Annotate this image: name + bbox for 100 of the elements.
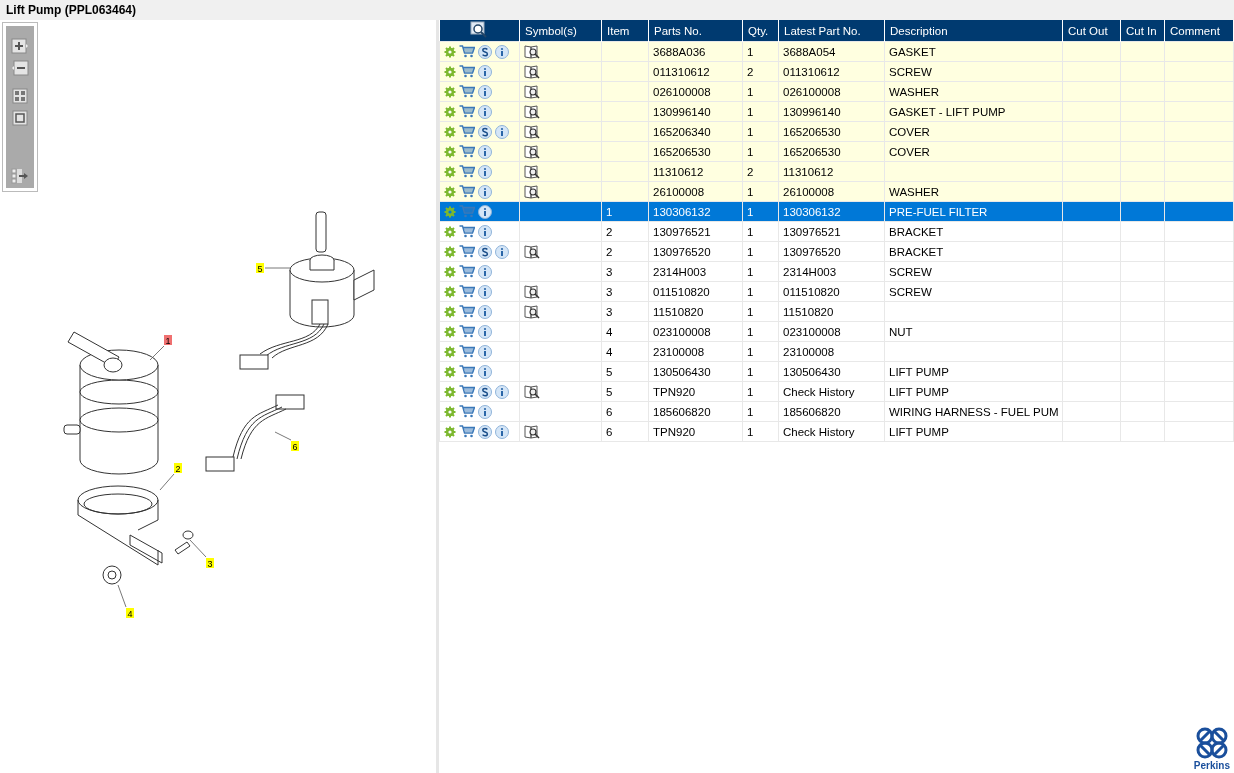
column-header[interactable]: Latest Part No. (778, 20, 885, 42)
zoom-out-button[interactable] (10, 59, 30, 77)
info-icon[interactable] (478, 364, 492, 379)
gear-icon[interactable] (444, 225, 456, 238)
column-header[interactable]: Description (884, 20, 1063, 42)
column-header[interactable]: Parts No. (648, 20, 743, 42)
cart-icon[interactable] (459, 245, 475, 258)
gear-icon[interactable] (444, 305, 456, 318)
table-row[interactable]: 6 TPN920 1 Check History LIFT PUMP (439, 421, 1234, 442)
table-row[interactable]: 11310612 2 11310612 (439, 161, 1234, 182)
cart-icon[interactable] (459, 145, 475, 158)
callout-label[interactable]: 5 (256, 263, 264, 274)
table-row[interactable]: 6 185606820 1 185606820 WIRING HARNESS - FUEL PUM (439, 401, 1234, 422)
table-row[interactable]: 3 11510820 1 11510820 (439, 301, 1234, 322)
info-icon[interactable] (478, 344, 492, 359)
info-icon[interactable] (478, 284, 492, 299)
gear-icon[interactable] (444, 105, 456, 118)
column-header[interactable]: Cut In (1120, 20, 1165, 42)
table-row[interactable]: 4 23100008 1 23100008 (439, 341, 1234, 362)
cart-icon[interactable] (459, 85, 475, 98)
column-header[interactable]: Item (601, 20, 649, 42)
cart-icon[interactable] (459, 105, 475, 118)
gear-icon[interactable] (444, 85, 456, 98)
actual-size-button[interactable] (10, 109, 30, 127)
column-header[interactable]: Symbol(s) (519, 20, 602, 42)
book-magnifier-icon[interactable] (524, 84, 540, 99)
book-magnifier-icon[interactable] (524, 424, 540, 439)
s-circle-icon[interactable] (478, 124, 492, 139)
cart-icon[interactable] (459, 385, 475, 398)
info-icon[interactable] (495, 44, 509, 59)
cart-icon[interactable] (459, 125, 475, 138)
info-icon[interactable] (478, 184, 492, 199)
cart-icon[interactable] (459, 45, 475, 58)
zoom-in-button[interactable] (10, 37, 30, 55)
cart-icon[interactable] (459, 405, 475, 418)
gear-icon[interactable] (444, 425, 456, 438)
info-icon[interactable] (495, 124, 509, 139)
table-row[interactable]: 165206340 1 165206530 COVER (439, 121, 1234, 142)
info-icon[interactable] (495, 244, 509, 259)
info-icon[interactable] (478, 324, 492, 339)
table-row[interactable]: 130996140 1 130996140 GASKET - LIFT PUMP (439, 101, 1234, 122)
cart-icon[interactable] (459, 65, 475, 78)
book-magnifier-icon[interactable] (524, 44, 540, 59)
cart-icon[interactable] (459, 325, 475, 338)
book-magnifier-icon[interactable] (524, 164, 540, 179)
book-magnifier-icon[interactable] (524, 64, 540, 79)
cart-icon[interactable] (459, 225, 475, 238)
table-row[interactable]: 165206530 1 165206530 COVER (439, 141, 1234, 162)
table-row[interactable]: 2 130976521 1 130976521 BRACKET (439, 221, 1234, 242)
cart-icon[interactable] (459, 345, 475, 358)
info-icon[interactable] (478, 84, 492, 99)
book-magnifier-icon[interactable] (524, 144, 540, 159)
callout-label[interactable]: 4 (126, 608, 134, 619)
book-magnifier-icon[interactable] (524, 384, 540, 399)
column-header[interactable]: Qty. (742, 20, 779, 42)
fit-all-button[interactable] (10, 87, 30, 105)
gear-icon[interactable] (444, 265, 456, 278)
gear-icon[interactable] (444, 65, 456, 78)
gear-icon[interactable] (444, 385, 456, 398)
table-row[interactable]: 2 130976520 1 130976520 BRACKET (439, 241, 1234, 262)
cart-icon[interactable] (459, 265, 475, 278)
info-icon[interactable] (478, 264, 492, 279)
table-row[interactable]: 3688A036 1 3688A054 GASKET (439, 41, 1234, 62)
info-icon[interactable] (478, 144, 492, 159)
book-magnifier-icon[interactable] (524, 104, 540, 119)
info-icon[interactable] (478, 404, 492, 419)
callout-label[interactable]: 6 (291, 441, 299, 452)
callout-label[interactable]: 2 (174, 463, 182, 474)
book-magnifier-icon[interactable] (524, 184, 540, 199)
table-row[interactable]: 026100008 1 026100008 WASHER (439, 81, 1234, 102)
info-icon[interactable] (495, 424, 509, 439)
cart-icon[interactable] (459, 285, 475, 298)
column-header[interactable]: Cut Out (1062, 20, 1121, 42)
gear-icon[interactable] (444, 165, 456, 178)
s-circle-icon[interactable] (478, 244, 492, 259)
book-magnifier-icon[interactable] (524, 124, 540, 139)
cart-icon[interactable] (459, 365, 475, 378)
gear-icon[interactable] (444, 45, 456, 58)
callout-label[interactable]: 3 (206, 558, 214, 569)
info-icon[interactable] (478, 204, 492, 219)
book-magnifier-icon[interactable] (524, 244, 540, 259)
search-icon[interactable] (470, 21, 489, 38)
gear-icon[interactable] (444, 405, 456, 418)
cart-icon[interactable] (459, 185, 475, 198)
gear-icon[interactable] (444, 125, 456, 138)
info-icon[interactable] (478, 224, 492, 239)
info-icon[interactable] (478, 164, 492, 179)
info-icon[interactable] (478, 104, 492, 119)
book-magnifier-icon[interactable] (524, 304, 540, 319)
s-circle-icon[interactable] (478, 384, 492, 399)
gear-icon[interactable] (444, 365, 456, 378)
cart-icon[interactable] (459, 425, 475, 438)
gear-icon[interactable] (444, 145, 456, 158)
gear-icon[interactable] (444, 325, 456, 338)
s-circle-icon[interactable] (478, 44, 492, 59)
cart-icon[interactable] (459, 305, 475, 318)
export-list-button[interactable] (10, 167, 30, 185)
info-icon[interactable] (478, 64, 492, 79)
table-row[interactable]: 5 TPN920 1 Check History LIFT PUMP (439, 381, 1234, 402)
s-circle-icon[interactable] (478, 424, 492, 439)
